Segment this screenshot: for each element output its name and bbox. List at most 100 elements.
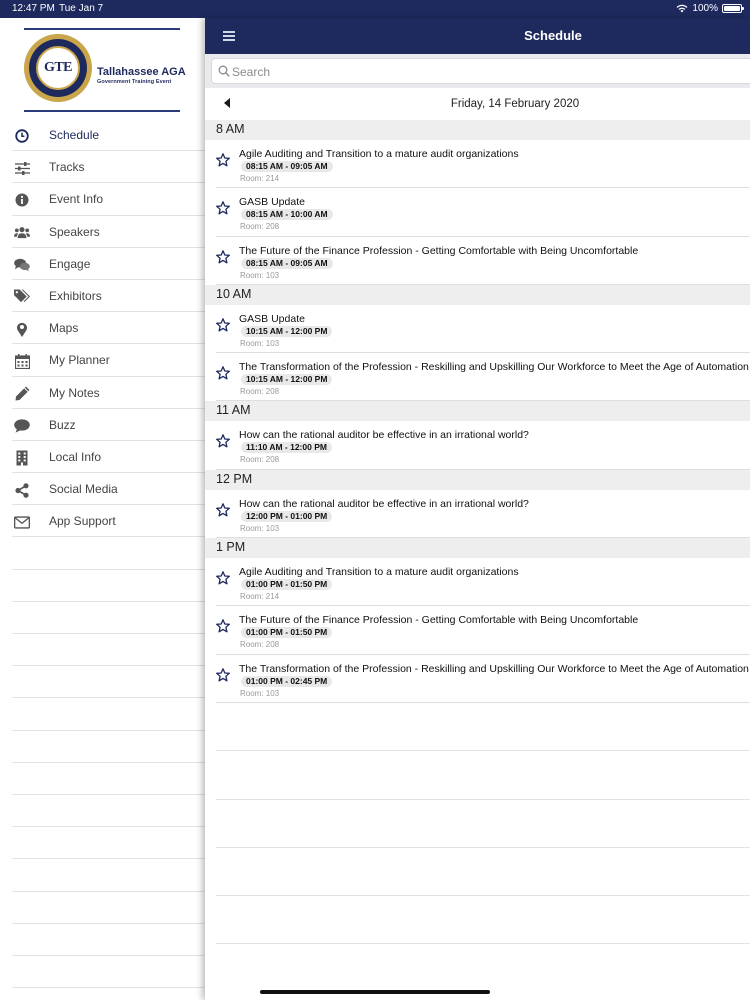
session-row[interactable]: How can the rational auditor be effectiv… <box>205 489 750 539</box>
session-row[interactable]: The Transformation of the Profession - R… <box>205 654 750 704</box>
session-time: 12:00 PM - 01:00 PM <box>241 510 333 522</box>
sidebar-empty-row <box>0 570 205 603</box>
logo-subtitle: Government Training Event <box>97 79 172 85</box>
sidebar-item-app-support[interactable]: App Support <box>0 505 205 538</box>
home-indicator[interactable] <box>260 990 490 994</box>
sidebar-item-tracks[interactable]: Tracks <box>0 151 205 184</box>
session-time: 08:15 AM - 09:05 AM <box>241 257 333 269</box>
session-row[interactable]: The Future of the Finance Profession - G… <box>205 606 750 655</box>
wifi-icon <box>677 4 688 13</box>
favorite-star-icon[interactable] <box>216 667 230 682</box>
hamburger-menu-icon[interactable] <box>223 31 235 41</box>
hour-header: 12 PM <box>205 469 750 490</box>
previous-day-arrow-icon[interactable] <box>224 98 230 108</box>
schedule-panel: Schedule Friday, 14 February 2020 8 AM A… <box>205 18 750 1000</box>
sidebar-item-label: Social Media <box>49 482 118 497</box>
sidebar-item-my-planner[interactable]: My Planner <box>0 344 205 377</box>
search-input[interactable] <box>232 62 732 82</box>
favorite-star-icon[interactable] <box>216 153 230 167</box>
session-row[interactable]: The Transformation of the Profession - R… <box>205 353 750 402</box>
favorite-star-icon[interactable] <box>216 249 230 264</box>
sidebar-item-speakers[interactable]: Speakers <box>0 216 205 248</box>
sidebar-empty-row <box>0 731 205 763</box>
sidebar-item-exhibitors[interactable]: Exhibitors <box>0 280 205 313</box>
session-title: GASB Update <box>239 196 305 209</box>
favorite-star-icon[interactable] <box>216 434 230 448</box>
sidebar-item-my-notes[interactable]: My Notes <box>0 377 205 409</box>
session-time: 10:15 AM - 12:00 PM <box>241 374 333 386</box>
sidebar-empty-row <box>0 537 205 570</box>
event-logo: GTE Tallahassee AGA Government Training … <box>24 28 186 126</box>
session-time: 11:10 AM - 12:00 PM <box>241 442 332 454</box>
sidebar-item-label: Engage <box>49 256 91 271</box>
logo-seal: GTE <box>24 34 92 102</box>
sidebar-item-event-info[interactable]: Event Info <box>0 183 205 216</box>
status-bar: 12:47 PM Tue Jan 7 100% <box>0 0 750 18</box>
session-row[interactable]: Agile Auditing and Transition to a matur… <box>205 140 750 189</box>
schedule-list: 8 AM Agile Auditing and Transition to a … <box>205 120 750 945</box>
session-title: The Transformation of the Profession - R… <box>239 361 749 374</box>
session-room: Room: 214 <box>240 592 280 602</box>
search-field[interactable] <box>211 58 750 84</box>
map-pin-icon <box>14 321 30 337</box>
sidebar-empty-row <box>0 795 205 828</box>
sidebar-empty-row <box>0 892 205 924</box>
sidebar-item-label: Buzz <box>49 417 76 432</box>
sidebar-empty-row <box>0 956 205 989</box>
logo-divider-bottom <box>24 110 180 112</box>
page-title: Schedule <box>524 28 582 43</box>
battery-percent: 100% <box>692 3 718 14</box>
sidebar-item-engage[interactable]: Engage <box>0 248 205 281</box>
session-row[interactable]: GASB Update 08:15 AM - 10:00 AM Room: 20… <box>205 188 750 237</box>
status-time: 12:47 PM <box>12 3 55 14</box>
session-time: 01:00 PM - 01:50 PM <box>241 627 333 639</box>
session-room: Room: 208 <box>240 222 280 232</box>
logo-name: Tallahassee AGA <box>97 66 186 78</box>
favorite-star-icon[interactable] <box>216 571 230 585</box>
session-title: The Future of the Finance Profession - G… <box>239 614 639 627</box>
hour-header: 1 PM <box>205 538 750 559</box>
favorite-star-icon[interactable] <box>216 366 230 380</box>
session-room: Room: 214 <box>240 174 280 183</box>
session-room: Room: 103 <box>240 523 280 533</box>
sidebar-empty-row <box>0 924 205 957</box>
sidebar-item-local-info[interactable]: Local Info <box>0 441 205 474</box>
hour-header: 10 AM <box>205 284 750 305</box>
search-icon <box>218 65 230 77</box>
sidebar-item-label: My Planner <box>49 353 110 368</box>
info-icon <box>14 192 30 208</box>
sidebar-item-label: Local Info <box>49 449 102 464</box>
session-row[interactable]: How can the rational auditor be effectiv… <box>205 421 750 471</box>
empty-row <box>205 703 750 752</box>
tags-icon <box>14 289 30 305</box>
empty-row <box>205 800 750 849</box>
sidebar-item-social-media[interactable]: Social Media <box>0 473 205 506</box>
nav-bar: Schedule <box>205 18 750 54</box>
sidebar-item-schedule[interactable]: Schedule <box>0 119 205 152</box>
sidebar-item-label: Schedule <box>49 128 100 143</box>
hour-header: 8 AM <box>205 120 750 140</box>
hour-header: 11 AM <box>205 401 750 422</box>
session-row[interactable]: The Future of the Finance Profession - G… <box>205 236 750 286</box>
sidebar-empty-row <box>0 698 205 731</box>
session-row[interactable]: Agile Auditing and Transition to a matur… <box>205 558 750 607</box>
sidebar-item-label: My Notes <box>49 385 100 400</box>
sidebar-item-buzz[interactable]: Buzz <box>0 409 205 442</box>
users-icon <box>14 225 30 241</box>
favorite-star-icon[interactable] <box>216 619 230 633</box>
favorite-star-icon[interactable] <box>216 502 230 517</box>
sidebar-item-label: Maps <box>49 321 79 336</box>
session-title: The Transformation of the Profession - R… <box>239 662 749 675</box>
favorite-star-icon[interactable] <box>216 318 230 332</box>
sidebar-item-maps[interactable]: Maps <box>0 312 205 345</box>
favorite-star-icon[interactable] <box>216 201 230 215</box>
date-navigator: Friday, 14 February 2020 <box>205 88 750 120</box>
session-title: How can the rational auditor be effectiv… <box>239 497 529 510</box>
speech-bubble-icon <box>14 418 30 434</box>
session-time: 01:00 PM - 02:45 PM <box>241 675 333 687</box>
session-room: Room: 103 <box>240 338 280 348</box>
empty-row <box>205 751 750 800</box>
session-row[interactable]: GASB Update 10:15 AM - 12:00 PM Room: 10… <box>205 304 750 354</box>
clock-icon <box>14 128 30 144</box>
chat-bubbles-icon <box>14 257 30 273</box>
